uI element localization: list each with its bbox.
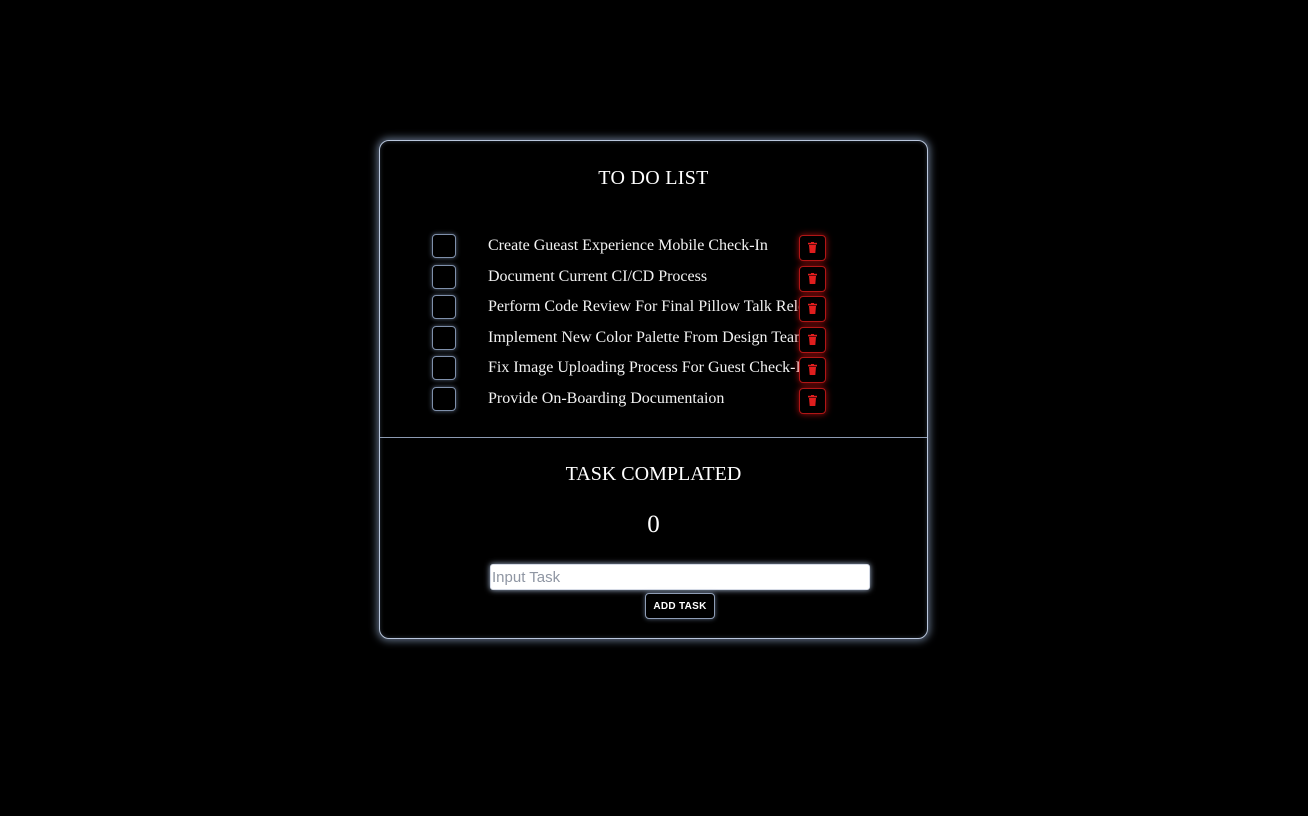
completed-count: 0: [647, 511, 660, 538]
delete-task-button[interactable]: [799, 296, 826, 323]
task-input[interactable]: [490, 564, 870, 590]
task-checkbox[interactable]: [432, 264, 456, 289]
task-text: Document Current CI/CD Process: [488, 267, 708, 285]
delete-task-button[interactable]: [799, 265, 826, 292]
task-row: Document Current CI/CD Process: [380, 264, 927, 295]
task-row: Provide On-Boarding Documentaion: [380, 386, 927, 417]
trash-icon: [808, 333, 817, 345]
task-row: Perform Code Review For Final Pillow Tal…: [380, 294, 927, 325]
task-text: Provide On-Boarding Documentaion: [488, 389, 725, 407]
delete-task-button[interactable]: [799, 326, 826, 353]
task-checkbox[interactable]: [432, 295, 456, 320]
trash-icon: [808, 272, 817, 284]
task-row: Create Gueast Experience Mobile Check-In: [380, 233, 927, 264]
task-checkbox[interactable]: [432, 386, 456, 411]
trash-icon: [808, 364, 817, 376]
task-checkbox[interactable]: [432, 356, 456, 381]
trash-icon: [808, 303, 817, 315]
delete-task-button[interactable]: [799, 357, 826, 384]
add-task-button[interactable]: ADD TASK: [645, 593, 715, 619]
trash-icon: [808, 242, 817, 253]
task-row: Fix Image Uploading Process For Guest Ch…: [380, 355, 927, 386]
delete-task-button[interactable]: [799, 235, 826, 261]
section-divider: [380, 437, 927, 438]
task-list: Create Gueast Experience Mobile Check-In…: [380, 233, 927, 417]
task-text: Fix Image Uploading Process For Guest Ch…: [488, 359, 809, 377]
todo-card: TO DO LIST Create Gueast Experience Mobi…: [379, 140, 928, 639]
trash-icon: [808, 394, 817, 406]
tasks-completed-title: TASK COMPLATED: [565, 463, 742, 485]
delete-task-button[interactable]: [799, 387, 826, 414]
task-text: Perform Code Review For Final Pillow Tal…: [488, 298, 826, 316]
task-checkbox[interactable]: [432, 325, 456, 350]
task-text: Implement New Color Palette From Design …: [488, 328, 807, 346]
task-text: Create Gueast Experience Mobile Check-In: [488, 237, 768, 254]
todo-list-title: TO DO LIST: [598, 167, 709, 189]
task-row: Implement New Color Palette From Design …: [380, 325, 927, 356]
task-checkbox[interactable]: [432, 234, 456, 258]
